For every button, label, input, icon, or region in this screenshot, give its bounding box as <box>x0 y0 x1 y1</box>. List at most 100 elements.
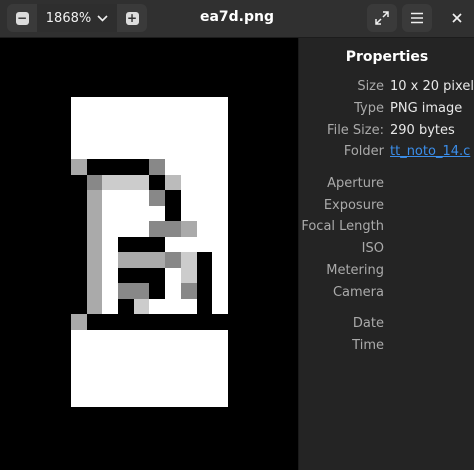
image-pixel <box>86 298 103 314</box>
image-pixel <box>196 267 213 283</box>
image-pixel <box>196 298 213 314</box>
image-pixel <box>133 252 150 268</box>
image-pixel <box>212 128 228 144</box>
image-pixel <box>196 112 213 128</box>
image-pixel <box>212 190 228 206</box>
header-bar: − 1868% + ea7d.png <box>0 0 474 38</box>
image-pixel <box>133 97 150 113</box>
image-pixel <box>71 143 87 159</box>
image-pixel <box>133 221 150 237</box>
image-pixel <box>165 112 181 128</box>
image-pixel <box>86 314 103 330</box>
image-pixel <box>180 174 197 190</box>
minus-icon: − <box>15 10 29 25</box>
image-pixel <box>133 376 150 392</box>
image-pixel <box>86 205 103 221</box>
image-pixel <box>86 391 103 407</box>
image-pixel <box>133 112 150 128</box>
close-button[interactable] <box>442 4 472 32</box>
property-label: Folder <box>343 144 384 159</box>
folder-link[interactable]: tt_noto_14.c <box>390 144 470 159</box>
image-pixel <box>86 345 103 361</box>
image-pixel <box>165 190 181 206</box>
image-pixel <box>196 190 213 206</box>
image-pixel <box>86 376 103 392</box>
fullscreen-button[interactable] <box>367 4 397 32</box>
image-pixel <box>118 391 134 407</box>
hamburger-icon <box>411 12 423 24</box>
image-pixel <box>71 360 87 376</box>
image-pixel <box>165 283 181 299</box>
zoom-in-button[interactable]: + <box>117 4 147 32</box>
image-pixel <box>165 376 181 392</box>
image-pixel <box>133 159 150 175</box>
image-pixel <box>165 159 181 175</box>
property-label: ISO <box>361 241 384 256</box>
image-pixel <box>180 360 197 376</box>
image-pixel <box>180 221 197 237</box>
image-pixel <box>165 174 181 190</box>
image-pixel <box>86 236 103 252</box>
image-pixel <box>133 283 150 299</box>
image-pixel <box>118 360 134 376</box>
image-pixel <box>180 97 197 113</box>
image-pixel <box>180 376 197 392</box>
zoom-level-dropdown[interactable]: 1868% <box>37 4 117 32</box>
image-pixel <box>180 329 197 345</box>
image-pixel <box>86 128 103 144</box>
image-pixel <box>71 298 87 314</box>
image-pixel <box>71 376 87 392</box>
image-pixel <box>102 391 119 407</box>
image-pixel <box>165 298 181 314</box>
image-pixel <box>133 205 150 221</box>
image-pixel <box>118 376 134 392</box>
image-pixel <box>165 360 181 376</box>
image-pixel <box>71 283 87 299</box>
image-pixel <box>102 159 119 175</box>
image-pixel <box>71 391 87 407</box>
image-pixel <box>180 252 197 268</box>
image-pixel <box>196 174 213 190</box>
zoom-out-button[interactable]: − <box>7 4 37 32</box>
image-pixel <box>149 205 166 221</box>
image-pixel <box>149 252 166 268</box>
image-pixel <box>196 205 213 221</box>
image-pixel <box>102 298 119 314</box>
image-pixel <box>86 159 103 175</box>
image-pixel <box>212 298 228 314</box>
image-pixel <box>102 112 119 128</box>
image-pixel <box>149 267 166 283</box>
image-pixel <box>133 345 150 361</box>
image-pixel <box>86 252 103 268</box>
image-pixel <box>118 112 134 128</box>
image-pixel <box>196 314 213 330</box>
image-pixel <box>118 174 134 190</box>
image-pixel <box>196 360 213 376</box>
image-pixel <box>86 143 103 159</box>
image-pixel <box>180 190 197 206</box>
image-pixel <box>86 190 103 206</box>
main-menu-button[interactable] <box>402 4 432 32</box>
property-label: Date <box>352 316 384 331</box>
image-pixel <box>212 329 228 345</box>
image-pixel <box>86 97 103 113</box>
image-pixel <box>102 252 119 268</box>
image-pixel <box>118 267 134 283</box>
chevron-down-icon <box>97 14 108 22</box>
image-pixel <box>149 221 166 237</box>
image-pixel <box>86 283 103 299</box>
image-pixel <box>149 128 166 144</box>
image-canvas[interactable] <box>0 38 298 470</box>
image-pixel <box>196 252 213 268</box>
image-pixel <box>71 97 87 113</box>
image-pixel <box>133 128 150 144</box>
image-pixel <box>165 236 181 252</box>
image-pixel <box>149 236 166 252</box>
property-value: 290 bytes <box>390 123 455 138</box>
image-pixel <box>71 159 87 175</box>
image-pixel <box>102 360 119 376</box>
image-pixel <box>102 236 119 252</box>
image-pixel <box>71 329 87 345</box>
image-pixel <box>86 329 103 345</box>
image-pixel <box>149 314 166 330</box>
